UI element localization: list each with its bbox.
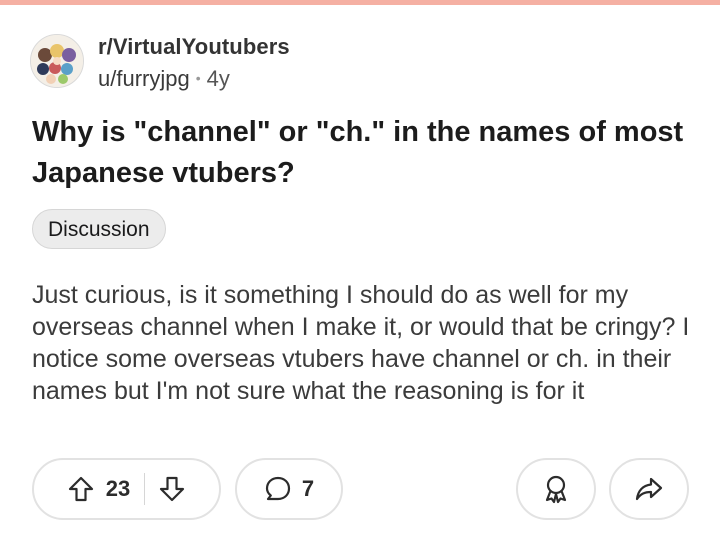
post-header: r/VirtualYoutubers u/furryjpg • 4y [30, 34, 290, 94]
share-icon [634, 474, 664, 504]
award-icon [541, 474, 571, 504]
post-body: Just curious, is it something I should d… [32, 281, 690, 405]
post-age: 4y [206, 66, 230, 91]
subreddit-name[interactable]: r/VirtualYoutubers [98, 34, 290, 60]
comment-count: 7 [301, 476, 315, 501]
vote-count: 23 [105, 476, 131, 501]
downvote-icon[interactable] [159, 476, 185, 502]
author-name[interactable]: u/furryjpg [98, 66, 190, 91]
comments-button[interactable]: 7 [235, 458, 343, 520]
post-flair[interactable]: Discussion [32, 209, 166, 249]
vote-bar: 23 [32, 458, 221, 520]
share-button[interactable] [609, 458, 689, 520]
comment-icon [264, 475, 292, 503]
post-title: Why is "channel" or "ch." in the names o… [32, 116, 684, 189]
subreddit-avatar[interactable] [30, 34, 84, 88]
award-button[interactable] [516, 458, 596, 520]
upvote-icon[interactable] [68, 476, 94, 502]
meta-separator: • [195, 70, 201, 86]
vote-divider [144, 473, 146, 505]
top-accent-bar [0, 0, 720, 5]
author-line: u/furryjpg • 4y [98, 66, 290, 94]
